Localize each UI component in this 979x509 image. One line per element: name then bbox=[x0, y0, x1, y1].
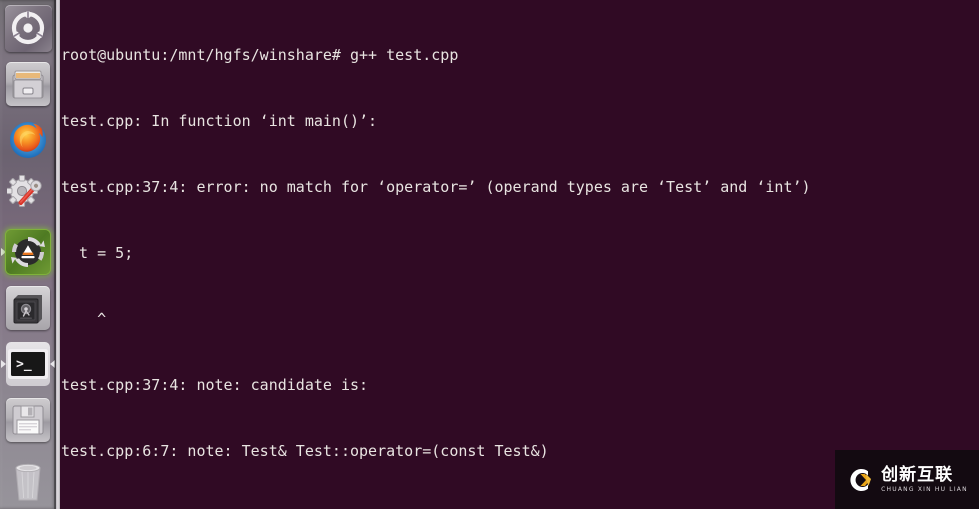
watermark-pinyin: CHUANG XIN HU LIAN bbox=[881, 485, 968, 493]
focused-indicator-right bbox=[50, 360, 55, 368]
terminal-icon: >_ bbox=[6, 342, 50, 386]
svg-text:>_: >_ bbox=[16, 357, 32, 372]
terminal-line: t = 5; bbox=[61, 244, 134, 262]
launcher-item-dash-home[interactable] bbox=[0, 0, 56, 56]
launcher-item-system-settings[interactable] bbox=[0, 168, 56, 224]
terminal-window[interactable]: root@ubuntu:/mnt/hgfs/winshare# g++ test… bbox=[56, 0, 979, 509]
watermark-text: 创新互联 CHUANG XIN HU LIAN bbox=[881, 464, 968, 493]
launcher-item-list: >_ bbox=[0, 0, 56, 508]
ubuntu-logo-icon bbox=[4, 4, 52, 52]
terminal-output: root@ubuntu:/mnt/hgfs/winshare# g++ test… bbox=[60, 0, 979, 509]
terminal-line: root@ubuntu:/mnt/hgfs/winshare# g++ test… bbox=[61, 46, 459, 64]
launcher-item-files[interactable] bbox=[0, 56, 56, 112]
system-settings-icon bbox=[6, 174, 50, 218]
safe-deposit-icon bbox=[6, 286, 50, 330]
watermark-content: 创新互联 CHUANG XIN HU LIAN bbox=[846, 465, 968, 495]
launcher-item-trash[interactable] bbox=[0, 452, 56, 508]
firefox-icon bbox=[6, 118, 50, 162]
file-manager-icon bbox=[6, 62, 50, 106]
software-updater-icon bbox=[6, 230, 50, 274]
terminal-line: test.cpp:37:4: error: no match for ‘oper… bbox=[61, 178, 811, 196]
terminal-line: test.cpp: In function ‘int main()’: bbox=[61, 112, 378, 130]
watermark-chinese: 创新互联 bbox=[881, 464, 954, 485]
launcher-item-terminal[interactable]: >_ bbox=[0, 336, 56, 392]
launcher-item-firefox[interactable] bbox=[0, 112, 56, 168]
floppy-disk-icon bbox=[6, 398, 50, 442]
terminal-line: ^ bbox=[61, 310, 107, 328]
launcher-item-backups[interactable] bbox=[0, 280, 56, 336]
cx-logo-icon bbox=[846, 465, 876, 495]
launcher-item-software-updater[interactable] bbox=[0, 224, 56, 280]
terminal-line: test.cpp:37:4: note: candidate is: bbox=[61, 376, 369, 394]
desktop-screen: >_ root@ubuntu:/mnt/hgfs/winshare# g++ t… bbox=[0, 0, 979, 509]
trash-icon bbox=[8, 459, 48, 501]
unity-launcher: >_ bbox=[0, 0, 56, 509]
site-watermark: 创新互联 CHUANG XIN HU LIAN bbox=[835, 450, 979, 509]
launcher-item-save[interactable] bbox=[0, 392, 56, 448]
